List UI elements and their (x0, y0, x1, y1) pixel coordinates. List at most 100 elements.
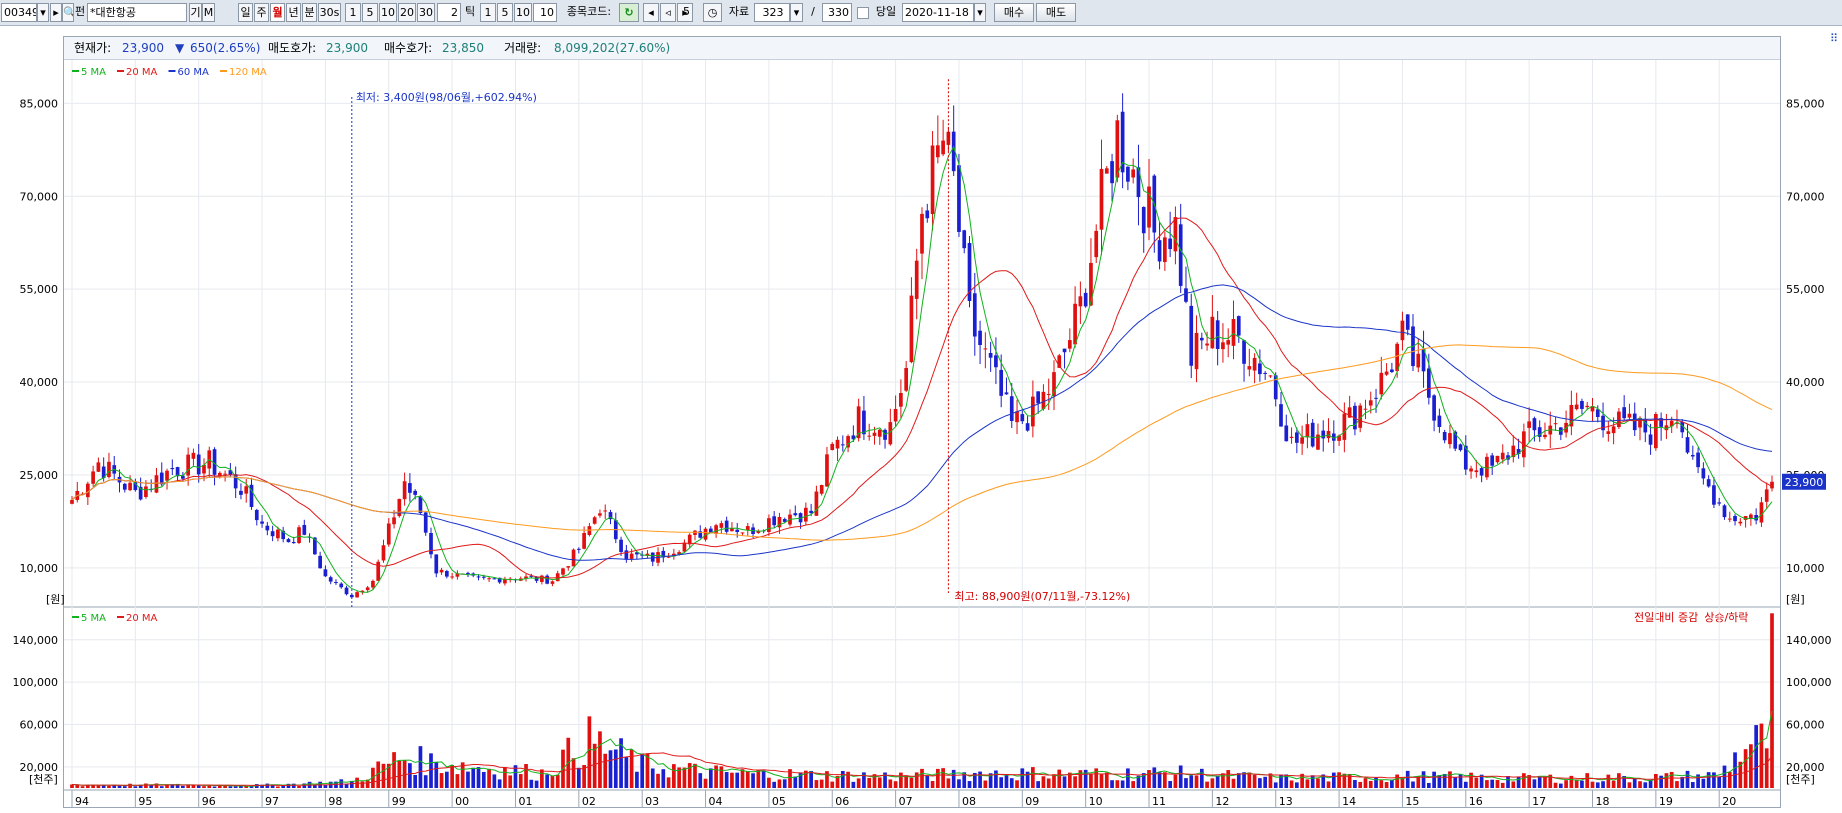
x-tick-label: 10 (1089, 795, 1103, 808)
candle-body (1099, 168, 1104, 230)
candle-body (1305, 424, 1310, 438)
volume-bar (503, 767, 507, 788)
candle-body (1574, 404, 1579, 410)
volume-bar (941, 768, 945, 788)
candle-body (772, 516, 777, 526)
volume-bar (1733, 752, 1737, 788)
moving-average-120 (71, 344, 1773, 541)
volume-bar (983, 780, 988, 788)
candle-body (1231, 319, 1236, 346)
candle-body (999, 369, 1004, 396)
volume-bar (740, 769, 745, 788)
candle-body (830, 443, 835, 450)
candle-body (408, 483, 412, 493)
volume-bar (1537, 776, 1542, 788)
volume-bar (1680, 777, 1685, 788)
volume-bar (1242, 772, 1246, 788)
volume-bar (1426, 782, 1431, 788)
volume-bar (724, 772, 729, 788)
volume-bar (930, 780, 935, 788)
candle-body (920, 213, 924, 254)
volume-bar (1770, 613, 1774, 788)
candle-body (1717, 502, 1722, 504)
volume-bar (149, 785, 154, 788)
candle-body (344, 587, 349, 595)
volume-bar (587, 716, 592, 788)
x-tick-label: 12 (1215, 795, 1229, 808)
candle-body (740, 532, 745, 534)
candle-body (365, 587, 370, 591)
volume-bar (1057, 769, 1062, 788)
volume-bar (1326, 781, 1331, 788)
x-tick-label: 17 (1532, 795, 1546, 808)
candle-body (1036, 391, 1040, 404)
candle-body (730, 528, 734, 532)
candle-body (1770, 481, 1774, 489)
volume-bar (1247, 772, 1252, 788)
candle-body (1294, 432, 1299, 443)
candle-body (386, 523, 391, 545)
candle-body (1321, 430, 1326, 439)
x-tick-label: 13 (1279, 795, 1293, 808)
candle-body (1221, 342, 1225, 350)
volume-bar (159, 786, 164, 788)
volume-bar (1115, 780, 1120, 788)
volume-bar (1046, 778, 1051, 788)
volume-bar (1590, 781, 1595, 788)
candle-body (872, 432, 877, 436)
volume-bar (703, 778, 708, 788)
candle-body (96, 462, 101, 472)
candle-body (809, 510, 813, 514)
volume-bar (1448, 771, 1452, 788)
x-tick-label: 94 (75, 795, 89, 808)
candle-body (1712, 485, 1716, 505)
candle-body (487, 578, 491, 580)
candle-body (962, 230, 967, 249)
volume-tick-label-right: 100,000 (1786, 676, 1832, 689)
candle-body (1210, 316, 1215, 349)
candle-body (328, 577, 333, 582)
volume-bar (598, 731, 602, 788)
volume-bar (276, 786, 280, 788)
candle-body (1469, 468, 1473, 472)
candle-body (392, 517, 396, 525)
volume-bar (693, 763, 697, 788)
volume-bar (1226, 770, 1231, 788)
candle-body (1258, 363, 1262, 375)
candle-body (1363, 408, 1368, 410)
volume-bar (1236, 773, 1241, 788)
volume-bar (1009, 778, 1014, 788)
candle-body (1115, 120, 1120, 178)
volume-bar (1485, 780, 1489, 788)
volume-bar (497, 779, 502, 788)
candle-body (318, 555, 322, 569)
candle-body (1374, 397, 1378, 399)
candle-body (291, 541, 296, 544)
volume-bar (508, 775, 513, 788)
volume-bar (1231, 778, 1236, 788)
volume-bar (117, 785, 122, 788)
candle-body (1004, 392, 1009, 395)
candle-body (1648, 434, 1653, 445)
candle-body (1199, 337, 1204, 341)
volume-bar (1020, 768, 1025, 788)
candle-body (1543, 434, 1547, 438)
candle-body (1490, 455, 1495, 466)
candle-body (576, 548, 581, 550)
volume-bar (1273, 782, 1278, 788)
candle-body (598, 513, 602, 516)
candle-body (1474, 470, 1479, 473)
volume-bar (1664, 773, 1669, 788)
volume-bar (645, 753, 650, 788)
price-legend-label: 120 MA (229, 67, 267, 78)
candle-body (1627, 413, 1632, 418)
volume-bar (545, 774, 550, 788)
candle-body (1585, 405, 1590, 408)
x-tick-label: 18 (1595, 795, 1609, 808)
volume-bar (629, 749, 634, 788)
volume-bar (571, 758, 576, 788)
volume-bar (661, 769, 666, 788)
volume-bar (1310, 775, 1315, 788)
candle-body (893, 408, 898, 422)
candle-body (1416, 353, 1421, 368)
